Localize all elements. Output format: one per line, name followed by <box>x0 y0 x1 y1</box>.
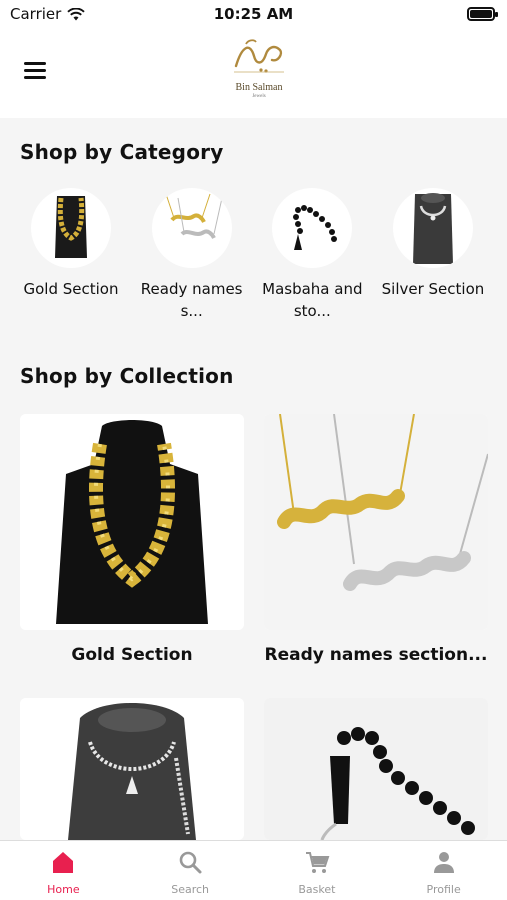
collection-image-silver <box>20 698 244 840</box>
battery-icon <box>467 7 498 21</box>
status-bar: Carrier 10:25 AM <box>0 0 507 30</box>
collection-image-ready-names <box>264 414 488 630</box>
collection-card-silver[interactable] <box>20 698 244 840</box>
brand-name: Bin Salman <box>235 82 283 93</box>
name-necklace-image <box>165 193 223 239</box>
category-image-gold <box>31 188 111 268</box>
brand-subtitle: Jewels <box>252 94 266 99</box>
clock: 10:25 AM <box>213 5 294 23</box>
gold-rope-chain-image <box>55 196 87 258</box>
collection-image-masbaha <box>264 698 488 840</box>
collection-title: Gold Section <box>71 645 193 665</box>
silver-necklace-image <box>412 193 453 264</box>
category-item-masbaha[interactable]: Masbaha and sto... <box>253 188 371 322</box>
collection-card-gold[interactable] <box>20 414 244 630</box>
category-label: Silver Section <box>381 280 485 298</box>
category-label: Gold Section <box>23 280 119 298</box>
cart-icon <box>305 852 330 873</box>
collection-section-title: Shop by Collection <box>20 364 234 388</box>
category-label: Masbaha and sto... <box>262 280 363 320</box>
collection-card-ready-names[interactable] <box>264 414 488 630</box>
category-item-ready-names[interactable]: Ready names s... <box>133 188 251 322</box>
tab-label: Home <box>47 883 80 896</box>
tab-search[interactable]: Search <box>127 841 254 900</box>
category-item-silver[interactable]: Silver Section <box>374 188 492 322</box>
collection-image-gold <box>20 414 244 630</box>
category-item-gold[interactable]: Gold Section <box>12 188 130 322</box>
category-image-masbaha <box>272 188 353 268</box>
category-image-ready-names <box>151 188 232 268</box>
bottom-tab-bar: Home Search Basket Profile <box>0 840 507 900</box>
category-image-silver <box>392 188 473 268</box>
tab-basket[interactable]: Basket <box>254 841 381 900</box>
tab-profile[interactable]: Profile <box>380 841 507 900</box>
tab-label: Search <box>171 883 210 896</box>
tab-label: Profile <box>426 883 461 896</box>
app-header: Bin Salman Jewels <box>0 30 507 118</box>
tab-label: Basket <box>298 883 336 896</box>
prayer-beads-image <box>293 205 338 250</box>
menu-button[interactable] <box>24 62 46 80</box>
calligraphy-logo-icon <box>234 39 284 73</box>
home-icon <box>53 852 74 873</box>
search-icon <box>179 851 202 874</box>
category-list: Gold Section Ready names s... Masbaha an… <box>12 188 492 322</box>
category-label: Ready names s... <box>140 280 243 320</box>
profile-icon <box>433 852 454 873</box>
brand-logo: Bin Salman Jewels <box>228 36 290 100</box>
tab-home[interactable]: Home <box>0 841 127 900</box>
category-section-title: Shop by Category <box>20 140 224 164</box>
collection-title: Ready names section... <box>264 645 488 665</box>
collection-card-masbaha[interactable] <box>264 698 488 840</box>
